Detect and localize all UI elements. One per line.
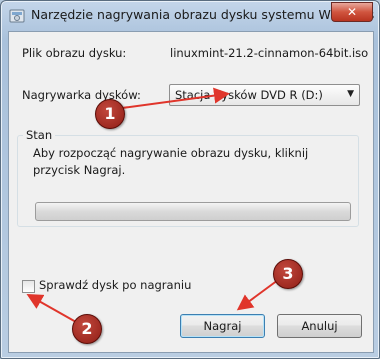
verify-disc-label[interactable]: Sprawdź dysk po nagraniu	[39, 278, 191, 292]
disc-image-filename: linuxmint-21.2-cinnamon-64bit.iso	[170, 46, 369, 60]
status-group-title: Stan	[23, 128, 56, 142]
window-title: Narzędzie nagrywania obrazu dysku system…	[31, 7, 375, 22]
close-button[interactable]: ✕	[331, 2, 373, 22]
burner-dropdown[interactable]: Stacja dysków DVD R (D:) ▼	[169, 84, 360, 106]
callout-marker-2: 2	[72, 314, 102, 344]
disc-image-label: Plik obrazu dysku:	[22, 46, 127, 60]
disc-burner-app-icon	[9, 8, 25, 24]
burn-progress-bar	[35, 202, 351, 221]
burner-label: Nagrywarka dysków:	[22, 88, 141, 102]
dialog-content: Plik obrazu dysku: linuxmint-21.2-cinnam…	[8, 31, 374, 353]
callout-marker-3: 3	[273, 259, 303, 289]
burner-selected-value: Stacja dysków DVD R (D:)	[175, 88, 323, 102]
close-icon: ✕	[346, 5, 358, 19]
status-message: Aby rozpocząć nagrywanie obrazu dysku, k…	[33, 146, 309, 177]
verify-disc-checkbox[interactable]	[22, 280, 35, 293]
dialog-window: Narzędzie nagrywania obrazu dysku system…	[0, 0, 380, 359]
title-bar[interactable]: Narzędzie nagrywania obrazu dysku system…	[1, 1, 379, 29]
burn-button[interactable]: Nagraj	[180, 314, 265, 338]
cancel-button[interactable]: Anuluj	[277, 314, 362, 338]
callout-marker-1: 1	[95, 99, 125, 129]
chevron-down-icon: ▼	[347, 89, 354, 99]
